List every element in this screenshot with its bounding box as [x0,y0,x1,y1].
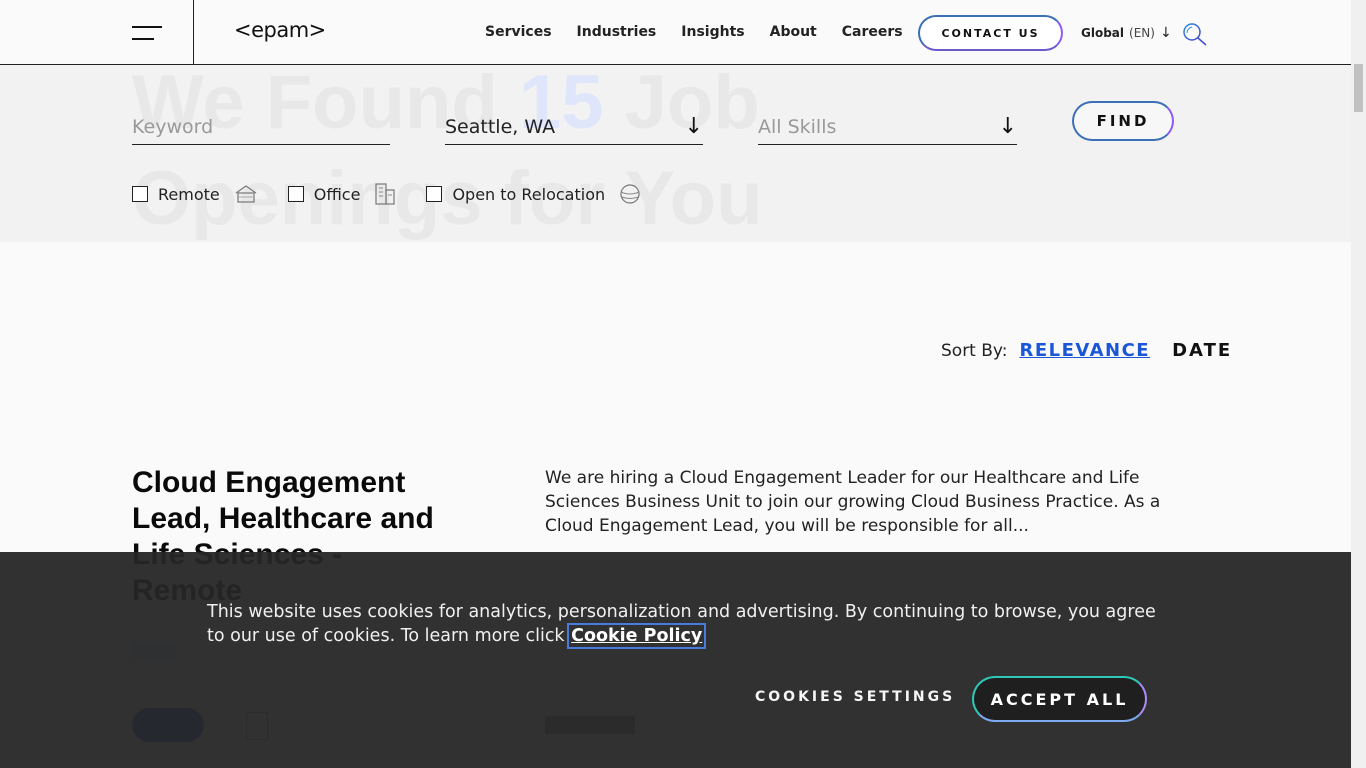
cookie-policy-link[interactable]: Cookie Policy [567,623,707,649]
cookie-banner: This website uses cookies for analytics,… [0,552,1351,768]
site-header: <epam> Services Industries Insights Abou… [0,0,1351,65]
contact-us-button[interactable]: CONTACT US [918,15,1063,51]
nav-careers[interactable]: Careers [842,24,903,40]
arrow-down-icon: ↓ [684,114,703,139]
epam-logo[interactable]: <epam> [234,18,326,42]
cookie-message: This website uses cookies for analytics,… [207,600,1157,649]
filter-office[interactable]: Office [287,182,397,206]
language-label: Global [1081,26,1125,40]
skills-select[interactable]: All Skills ↓ [758,109,1017,145]
accept-all-button[interactable]: ACCEPT ALL [972,676,1147,722]
main-nav: Services Industries Insights About Caree… [485,24,928,40]
keyword-input[interactable]: Keyword [132,109,390,145]
nav-industries[interactable]: Industries [577,24,657,40]
nav-services[interactable]: Services [485,24,552,40]
office-label: Office [313,184,361,204]
location-select[interactable]: Seattle, WA ↓ [445,109,703,145]
filter-remote[interactable]: Remote [132,184,258,204]
relocation-checkbox[interactable] [426,186,443,202]
location-value: Seattle, WA [445,115,556,138]
skills-placeholder: All Skills [758,115,837,138]
sort-relevance-link[interactable]: RELEVANCE [1019,340,1150,361]
globe-icon [620,184,640,204]
job-description: We are hiring a Cloud Engagement Leader … [545,468,1161,536]
arrow-down-icon: ↓ [998,114,1017,139]
sort-bar: Sort By: RELEVANCE DATE [941,340,1232,361]
find-button[interactable]: FIND [1072,101,1174,141]
building-icon [375,183,396,205]
relocation-label: Open to Relocation [452,184,606,204]
job-search-panel: We Found 15 Job Openings for You Keyword … [0,65,1351,242]
sort-label: Sort By: [941,341,1008,361]
scrollbar-thumb[interactable] [1354,64,1363,112]
search-icon[interactable] [1182,22,1208,46]
menu-icon[interactable] [0,0,194,64]
keyword-placeholder: Keyword [132,115,214,138]
office-checkbox[interactable] [287,186,304,202]
sort-date-link[interactable]: DATE [1172,340,1232,361]
language-selector[interactable]: Global (EN) ↓ [1081,25,1172,41]
nav-about[interactable]: About [770,24,817,40]
remote-label: Remote [158,184,220,204]
page-scrollbar[interactable] [1351,0,1366,768]
cookie-settings-button[interactable]: COOKIES SETTINGS [755,689,955,705]
remote-checkbox[interactable] [132,186,148,202]
work-type-filters: Remote Office Open to Relocation [132,182,671,206]
filter-relocation[interactable]: Open to Relocation [426,183,641,205]
arrow-down-icon: ↓ [1159,25,1172,41]
results-heading-background: We Found 15 Job Openings for You [132,65,763,241]
language-code: (EN) [1129,26,1155,40]
house-icon [235,185,257,203]
nav-insights[interactable]: Insights [681,24,744,40]
